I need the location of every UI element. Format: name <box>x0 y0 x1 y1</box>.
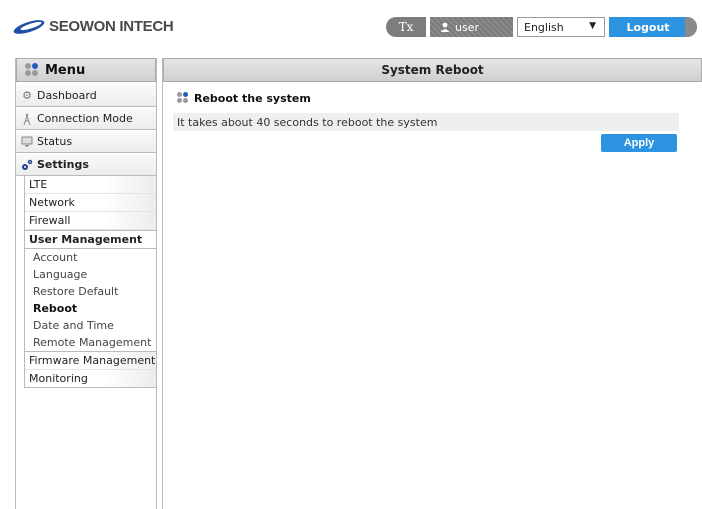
user-icon <box>440 22 450 32</box>
page-title: System Reboot <box>163 58 702 82</box>
brand-logo: SEOWON INTECH <box>12 18 174 35</box>
menu-title: Menu <box>45 62 86 78</box>
subitem-label: Monitoring <box>29 372 88 385</box>
top-bar: SEOWON INTECH Tx user English ▼ Logout <box>0 0 702 56</box>
subitem-label: Remote Management <box>33 336 152 349</box>
sidebar-subitem-firmware-management[interactable]: Firmware Management <box>25 352 156 370</box>
subitem-label: Firmware Management <box>29 354 156 367</box>
language-selected: English <box>524 20 564 34</box>
sidebar-item-status[interactable]: Status <box>16 130 156 153</box>
sidebar-subitem-language[interactable]: Language <box>25 266 156 283</box>
language-select[interactable]: English ▼ <box>517 17 605 37</box>
subitem-label: Restore Default <box>33 285 119 298</box>
user-management-submenu: Account Language Restore Default Reboot … <box>25 249 156 352</box>
subitem-label: Language <box>33 268 88 281</box>
logo-text: SEOWON INTECH <box>49 18 174 35</box>
section-title: Reboot the system <box>177 92 311 105</box>
sidebar: Menu ⚙ Dashboard Connection Mode Status … <box>15 58 157 509</box>
subitem-label: Reboot <box>33 302 78 315</box>
sidebar-subitem-remote-management[interactable]: Remote Management <box>25 334 156 351</box>
section-dots-icon <box>177 92 190 105</box>
user-button[interactable]: user <box>430 17 513 37</box>
sidebar-subitem-firewall[interactable]: Firewall <box>25 212 156 230</box>
settings-gears-icon <box>21 159 33 171</box>
apply-button[interactable]: Apply <box>601 134 677 152</box>
sidebar-item-label: Settings <box>37 158 89 171</box>
sidebar-subitem-network[interactable]: Network <box>25 194 156 212</box>
sidebar-item-label: Dashboard <box>37 89 97 102</box>
menu-dots-icon <box>25 63 39 77</box>
sidebar-subitem-lte[interactable]: LTE <box>25 176 156 194</box>
sidebar-subitem-date-and-time[interactable]: Date and Time <box>25 317 156 334</box>
swoosh-logo-icon <box>13 19 45 34</box>
sidebar-subitem-user-management[interactable]: User Management <box>25 230 156 249</box>
logout-label: Logout <box>626 20 670 34</box>
sidebar-subitem-monitoring[interactable]: Monitoring <box>25 370 156 388</box>
clear-format-label: Tx <box>398 20 414 34</box>
dropdown-arrow-icon: ▼ <box>589 21 596 31</box>
subitem-label: LTE <box>29 178 48 191</box>
subitem-label: User Management <box>29 233 143 246</box>
sidebar-subitem-account[interactable]: Account <box>25 249 156 266</box>
reboot-info-text: It takes about 40 seconds to reboot the … <box>177 115 438 129</box>
sidebar-item-settings[interactable]: Settings <box>16 153 156 176</box>
clear-format-button[interactable]: Tx <box>386 17 426 37</box>
section-title-text: Reboot the system <box>194 92 311 105</box>
sidebar-subitem-restore-default[interactable]: Restore Default <box>25 283 156 300</box>
user-label: user <box>455 20 479 34</box>
subitem-label: Date and Time <box>33 319 114 332</box>
sidebar-item-label: Connection Mode <box>37 112 133 125</box>
logout-button[interactable]: Logout <box>609 17 697 37</box>
main-panel: System Reboot Reboot the system It takes… <box>162 58 702 509</box>
antenna-icon <box>21 113 33 125</box>
subitem-label: Firewall <box>29 214 71 227</box>
sidebar-item-dashboard[interactable]: ⚙ Dashboard <box>16 84 156 107</box>
sidebar-item-label: Status <box>37 135 73 148</box>
menu-header: Menu <box>16 58 156 82</box>
gear-icon: ⚙ <box>22 89 32 102</box>
sidebar-item-connection-mode[interactable]: Connection Mode <box>16 107 156 130</box>
settings-submenu: LTE Network Firewall User Management Acc… <box>24 176 156 388</box>
subitem-label: Account <box>33 251 78 264</box>
monitor-icon <box>21 136 33 148</box>
reboot-info-row: It takes about 40 seconds to reboot the … <box>173 113 679 131</box>
sidebar-subitem-reboot[interactable]: Reboot <box>25 300 156 317</box>
subitem-label: Network <box>29 196 75 209</box>
